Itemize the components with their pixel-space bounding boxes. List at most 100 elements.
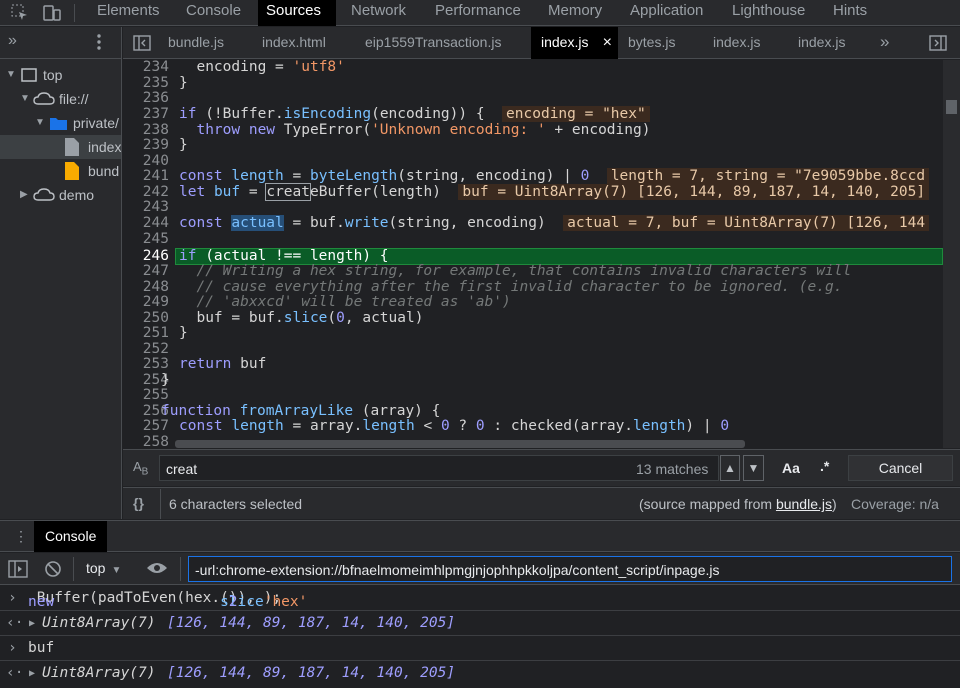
code-line: 252 — [142, 340, 169, 357]
expand-arrow-icon[interactable]: ▼ — [20, 93, 30, 104]
previous-match-button[interactable]: ▲ — [720, 455, 740, 481]
tab-elements[interactable]: Elements — [89, 0, 168, 26]
tab-hints[interactable]: Hints — [825, 0, 875, 26]
prompt-chevron-icon: › — [8, 590, 17, 606]
inspect-element-icon[interactable] — [10, 3, 30, 23]
expand-triangle-icon[interactable]: ▶ — [29, 618, 35, 629]
collapse-arrow-icon[interactable]: ▶ — [20, 189, 28, 200]
tab-application[interactable]: Application — [622, 0, 711, 26]
code-line: 243 — [142, 199, 169, 215]
code-line: 239} — [142, 137, 188, 153]
match-case-button[interactable]: Aa — [782, 460, 800, 476]
code-line: 247 // Writing a hex string, for example… — [142, 263, 852, 279]
toolbar-divider — [73, 557, 74, 581]
code-editor[interactable]: 234 encoding = 'utf8' 235} 236 237 if (!B… — [123, 60, 960, 448]
console-filter-input[interactable]: -url:chrome-extension://bfnaelmomeimhlpm… — [188, 556, 952, 582]
code-line: 236 — [142, 90, 169, 106]
live-expression-eye-icon[interactable] — [146, 561, 168, 578]
dropdown-arrow-icon: ▼ — [111, 565, 122, 576]
result-values: [126, 144, 89, 187, 14, 140, 205] — [167, 615, 456, 631]
prompt-chevron-icon: › — [8, 640, 17, 656]
expand-arrow-icon[interactable]: ▼ — [35, 117, 45, 128]
result-values: [126, 144, 89, 187, 14, 140, 205] — [167, 665, 456, 681]
console-result-line[interactable]: ‹· ▶ Uint8Array(7) [126, 144, 89, 187, 1… — [0, 661, 960, 686]
code-line: 253 return buf — [142, 356, 267, 372]
tree-item-label: file:// — [59, 91, 89, 107]
tree-item-label: bund — [88, 163, 120, 179]
code-line: 250 buf = buf.slice(0, actual) — [142, 309, 424, 326]
inline-value: actual = 7, buf = Uint8Array(7) [126, 14… — [563, 215, 930, 231]
folder-icon — [50, 117, 67, 133]
console-input-line: › buf — [0, 636, 960, 661]
more-tabs-icon[interactable]: » — [880, 32, 889, 52]
file-tab-bytes-js[interactable]: bytes.js — [618, 27, 685, 59]
tree-item-private[interactable]: ▼ private/ — [0, 111, 121, 135]
regex-button[interactable]: .* — [820, 458, 829, 474]
code-line: 237 if (!Buffer.isEncoding(encoding)) { e… — [123, 106, 943, 123]
tree-item-top[interactable]: ▼ top — [0, 63, 121, 87]
code-line: 249 // 'abxxcd' will be treated as 'ab') — [142, 294, 511, 310]
tab-console[interactable]: Console — [178, 0, 249, 26]
source-map-link[interactable]: bundle.js — [776, 496, 832, 512]
cloud-icon — [33, 92, 55, 109]
file-navigator: » ▼ top ▼ file:// ▼ private/ index bund … — [0, 27, 122, 519]
console-result-line[interactable]: ‹· ▶ Uint8Array(7) [126, 144, 89, 187, 1… — [0, 611, 960, 636]
file-icon — [65, 138, 79, 159]
code-line: 248 // cause everything after the first … — [142, 278, 843, 295]
selection-status: 6 characters selected — [169, 496, 303, 512]
horizontal-scrollbar[interactable] — [175, 440, 745, 448]
context-selector[interactable]: top ▼ — [86, 560, 121, 576]
cloud-icon — [33, 188, 55, 205]
tree-item-label: index — [88, 139, 121, 155]
show-sidebar-icon[interactable] — [8, 560, 28, 581]
replace-toggle-icon[interactable]: AB — [133, 459, 148, 478]
search-bar: AB creat 13 matches ▲ ▼ Aa .* Cancel — [123, 449, 960, 486]
file-tab-eip1559[interactable]: eip1559Transaction.js — [355, 27, 511, 59]
toolbar-divider — [74, 4, 75, 22]
tree-item-file[interactable]: ▼ file:// — [0, 87, 121, 111]
expand-arrow-icon[interactable]: ▼ — [6, 69, 16, 80]
tree-item-demo[interactable]: ▶ demo — [0, 183, 121, 207]
file-tab-index-js-active[interactable]: index.js × — [531, 27, 618, 59]
next-match-button[interactable]: ▼ — [743, 455, 764, 481]
console-input-line: › new Buffer(padToEven(hex. slice(2)), 'h… — [0, 586, 960, 611]
file-tab-index-js-2[interactable]: index.js — [703, 27, 770, 59]
coverage-status: Coverage: n/a — [851, 496, 939, 512]
code-line: 257 const length = array.length < 0 ? 0 :… — [142, 418, 730, 434]
kebab-menu-icon[interactable] — [96, 33, 102, 54]
scrollbar-thumb[interactable] — [946, 100, 957, 114]
file-tab-bundle-js[interactable]: bundle.js — [158, 27, 234, 59]
tab-lighthouse[interactable]: Lighthouse — [724, 0, 813, 26]
code-line: 251} — [142, 325, 188, 341]
tab-sources[interactable]: Sources — [258, 0, 336, 26]
expand-triangle-icon[interactable]: ▶ — [29, 668, 35, 679]
more-tabs-icon[interactable]: » — [8, 32, 17, 50]
close-tab-icon[interactable]: × — [603, 27, 612, 58]
tree-item-bundle[interactable]: bund — [0, 159, 121, 183]
toggle-navigator-icon[interactable] — [133, 35, 151, 54]
file-tab-label: index.js — [541, 34, 589, 50]
navigator-header: » — [0, 27, 121, 59]
inline-value: length = 7, string = "7e9059bbe.8ccd — [606, 168, 930, 184]
tab-network[interactable]: Network — [343, 0, 414, 26]
clear-console-icon[interactable] — [44, 560, 62, 581]
file-tab-index-js-3[interactable]: index.js — [788, 27, 855, 59]
search-input[interactable]: creat — [159, 455, 719, 481]
tree-item-label: private/ — [73, 115, 119, 131]
toggle-debugger-icon[interactable] — [929, 35, 947, 54]
code-line: 234 encoding = 'utf8' — [142, 60, 345, 75]
pretty-print-button[interactable]: {} — [133, 495, 144, 511]
tab-performance[interactable]: Performance — [427, 0, 529, 26]
drawer-tab-console[interactable]: Console — [34, 521, 108, 552]
kebab-menu-icon[interactable]: ⋮ — [14, 528, 28, 545]
vertical-scrollbar[interactable] — [943, 60, 960, 448]
frame-icon — [21, 68, 37, 85]
tree-item-index[interactable]: index — [0, 135, 121, 159]
file-tab-index-html[interactable]: index.html — [252, 27, 336, 59]
code-line: 242 let buf = createBuffer(length) buf = … — [123, 182, 943, 201]
cancel-search-button[interactable]: Cancel — [848, 455, 953, 481]
tab-memory[interactable]: Memory — [540, 0, 610, 26]
device-toolbar-icon[interactable] — [42, 3, 62, 23]
match-count: 13 matches — [636, 461, 709, 477]
result-arrow-icon: ‹· — [6, 665, 24, 681]
